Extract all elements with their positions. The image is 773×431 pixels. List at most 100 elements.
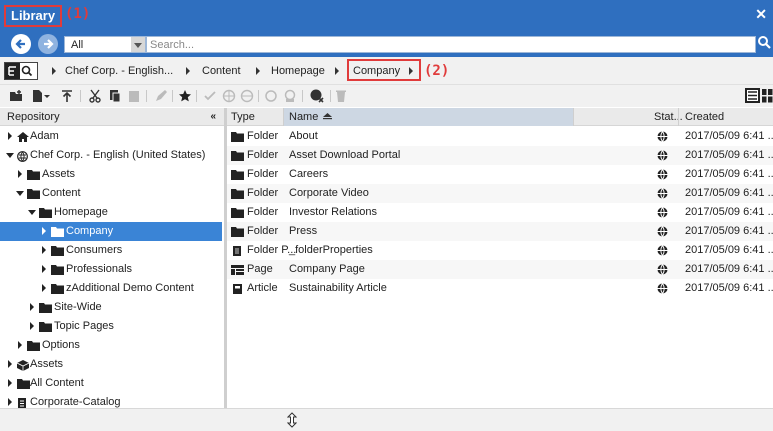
tree-item-root-assets[interactable]: Assets [0, 355, 222, 374]
expand-icon[interactable] [8, 379, 12, 387]
expand-icon[interactable] [30, 322, 34, 330]
breadcrumb-item[interactable]: Homepage [271, 65, 325, 77]
breadcrumb-separator [335, 67, 339, 75]
withdraw-globe-icon[interactable] [240, 89, 254, 103]
tree-item-content[interactable]: Content [0, 184, 222, 203]
grid-view-icon[interactable] [762, 88, 773, 103]
copy-icon[interactable] [108, 89, 122, 103]
tree-item-adam[interactable]: Adam [0, 127, 222, 146]
expand-icon[interactable] [30, 303, 34, 311]
expand-icon[interactable] [42, 284, 46, 292]
publish-status-globe-icon [657, 283, 668, 294]
chevron-down-icon[interactable] [43, 89, 51, 103]
tree-item-label: Homepage [54, 206, 108, 218]
list-view-button[interactable] [745, 88, 760, 103]
search-bar: All [0, 31, 773, 57]
expand-icon[interactable] [18, 170, 22, 178]
resize-handle-icon[interactable] [287, 412, 297, 428]
search-scope-select[interactable]: All [64, 36, 146, 53]
toolbar-divider [80, 90, 81, 102]
breadcrumb-item[interactable]: Content [202, 65, 241, 77]
expand-icon[interactable] [18, 341, 22, 349]
star-icon[interactable] [178, 89, 192, 103]
folder-icon [51, 284, 64, 294]
search-input[interactable] [146, 36, 756, 53]
approve-check-icon[interactable] [203, 89, 217, 103]
folder-icon [39, 303, 52, 313]
tree-item-professionals[interactable]: Professionals [0, 260, 222, 279]
table-row[interactable]: Folder Investor Relations 2017/05/09 6:41 … [227, 203, 773, 222]
table-row[interactable]: Folder Corporate Video 2017/05/09 6:41 ... [227, 184, 773, 203]
folder-icon [39, 322, 52, 332]
tree-item-consumers[interactable]: Consumers [0, 241, 222, 260]
globe-remove-icon[interactable] [309, 89, 325, 103]
tree-item-label: Chef Corp. - English (United States) [30, 149, 206, 161]
table-row[interactable]: Folder Careers 2017/05/09 6:41 ... [227, 165, 773, 184]
tree-item-site[interactable]: Chef Corp. - English (United States) [0, 146, 222, 165]
new-folder-icon[interactable] [9, 89, 23, 103]
table-row[interactable]: Folder P... _folderProperties 2017/05/09 6… [227, 241, 773, 260]
column-divider[interactable] [678, 108, 679, 126]
table-row[interactable]: Page Company Page 2017/05/09 6:41 ... [227, 260, 773, 279]
new-document-icon[interactable] [30, 89, 44, 103]
collapse-icon[interactable] [6, 153, 14, 158]
close-icon[interactable]: ✕ [755, 7, 767, 21]
cut-icon[interactable] [88, 89, 102, 103]
toolbar-divider [146, 90, 147, 102]
back-button[interactable] [11, 34, 31, 54]
expand-icon[interactable] [8, 132, 12, 140]
article-icon [233, 284, 242, 294]
breadcrumb-item-current[interactable]: Company [353, 65, 400, 77]
column-header-created[interactable]: Created [685, 111, 724, 123]
tree-item-label: Company [66, 225, 114, 237]
cell-created: 2017/05/09 6:41 ... [685, 206, 773, 218]
tree-item-homepage[interactable]: Homepage [0, 203, 222, 222]
tree-item-assets[interactable]: Assets [0, 165, 222, 184]
cell-name: _folderProperties [289, 244, 373, 256]
forward-button[interactable] [38, 34, 58, 54]
column-header-type[interactable]: Type [231, 111, 255, 123]
collapse-panel-icon[interactable]: « [210, 111, 216, 122]
publish-status-globe-icon [657, 226, 668, 237]
table-row[interactable]: Article Sustainability Article 2017/05/09 … [227, 279, 773, 298]
breadcrumb-item[interactable]: Chef Corp. - English... [65, 65, 173, 77]
tree-item-additional-demo[interactable]: zAdditional Demo Content [0, 279, 222, 298]
publish-status-globe-icon [657, 188, 668, 199]
tree-item-site-wide[interactable]: Site-Wide [0, 298, 222, 317]
repository-tree: Repository « Adam Chef Corp. - English (… [0, 108, 224, 409]
table-row[interactable]: Folder About 2017/05/09 6:41 ... [227, 127, 773, 146]
column-header-name[interactable]: Name [289, 111, 318, 123]
column-divider[interactable] [283, 108, 284, 126]
expand-icon[interactable] [42, 246, 46, 254]
column-divider[interactable] [573, 108, 574, 126]
tree-item-all-content[interactable]: All Content [0, 374, 222, 393]
expand-icon[interactable] [42, 265, 46, 273]
preview-icon[interactable] [283, 89, 297, 103]
tree-toggle-button[interactable] [4, 62, 38, 80]
cell-created: 2017/05/09 6:41 ... [685, 130, 773, 142]
publish-globe-icon[interactable] [222, 89, 236, 103]
cell-name: Asset Download Portal [289, 149, 401, 161]
tree-item-label: Corporate-Catalog [30, 396, 121, 408]
folder-icon [231, 151, 244, 161]
tree-item-company[interactable]: Company [0, 222, 222, 241]
collapse-icon[interactable] [28, 210, 36, 215]
tree-item-label: zAdditional Demo Content [66, 282, 194, 294]
sync-icon[interactable] [264, 89, 278, 103]
folder-icon [231, 170, 244, 180]
tree-item-label: Assets [42, 168, 76, 180]
tree-item-options[interactable]: Options [0, 336, 222, 355]
expand-icon[interactable] [8, 398, 12, 406]
table-row[interactable]: Folder Press 2017/05/09 6:41 ... [227, 222, 773, 241]
expand-icon[interactable] [42, 227, 46, 235]
trash-icon[interactable] [334, 89, 348, 103]
collapse-icon[interactable] [16, 191, 24, 196]
search-icon[interactable] [757, 35, 771, 49]
expand-icon[interactable] [8, 360, 12, 368]
table-row[interactable]: Folder Asset Download Portal 2017/05/09 6:… [227, 146, 773, 165]
paste-icon[interactable] [127, 89, 141, 103]
edit-pencil-icon[interactable] [154, 89, 168, 103]
tree-item-label: Adam [30, 130, 59, 142]
upload-icon[interactable] [60, 89, 74, 103]
tree-item-topic-pages[interactable]: Topic Pages [0, 317, 222, 336]
